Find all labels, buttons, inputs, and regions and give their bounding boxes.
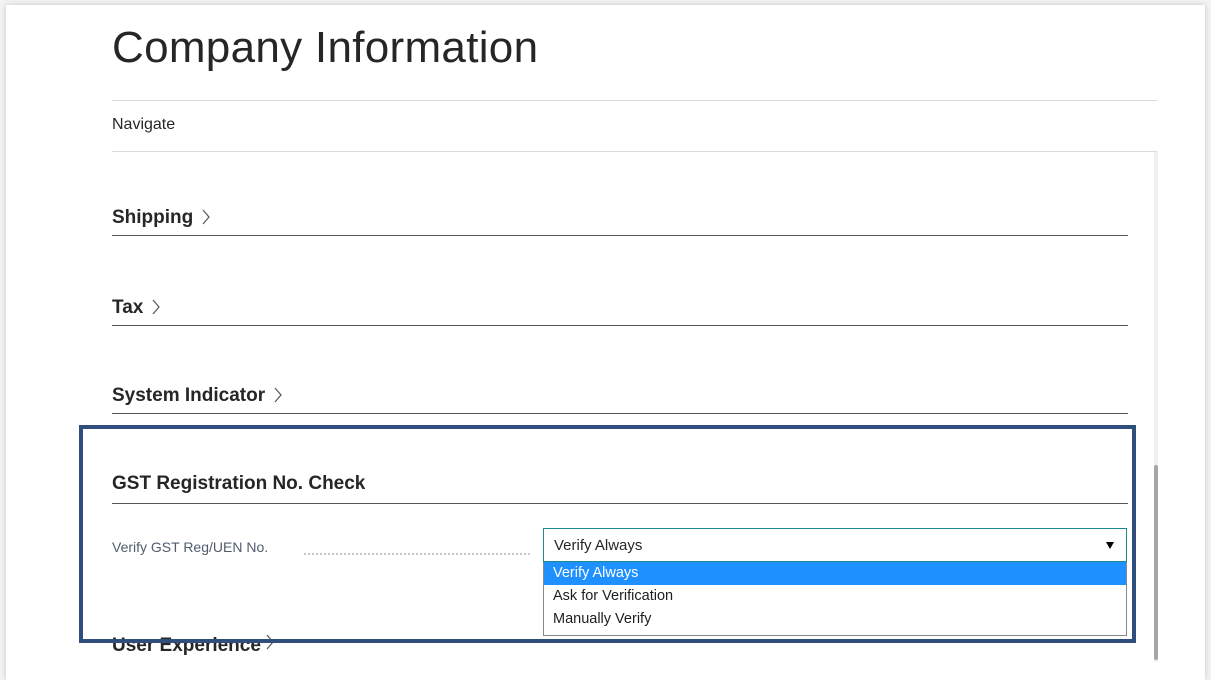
verify-gst-options-list: Verify Always Ask for Verification Manua…	[543, 562, 1127, 636]
chevron-right-icon	[266, 634, 275, 650]
option-manually-verify[interactable]: Manually Verify	[544, 608, 1126, 631]
chevron-right-icon	[274, 387, 282, 403]
scrollbar-thumb[interactable]	[1154, 465, 1158, 660]
field-leader-dots	[304, 543, 530, 555]
chevron-right-icon	[202, 209, 210, 225]
fasttab-system-indicator-label: System Indicator	[112, 385, 266, 406]
select-current-value: Verify Always	[554, 537, 643, 554]
action-bar: Navigate	[112, 100, 1157, 152]
dropdown-arrow-icon[interactable]	[1106, 542, 1114, 549]
navigate-menu[interactable]: Navigate	[112, 116, 175, 134]
page-title: Company Information	[112, 23, 539, 72]
option-ask-for-verification[interactable]: Ask for Verification	[544, 585, 1126, 608]
fasttab-user-experience-label: User Experience	[112, 635, 261, 656]
verify-gst-select[interactable]: Verify Always	[543, 528, 1127, 562]
fasttab-shipping-label: Shipping	[112, 207, 194, 228]
fasttab-gst-registration-check[interactable]: GST Registration No. Check	[112, 471, 1128, 504]
fasttab-user-experience[interactable]: User Experience	[112, 633, 275, 663]
gst-section-title: GST Registration No. Check	[112, 473, 366, 494]
fasttab-system-indicator[interactable]: System Indicator	[112, 383, 1128, 414]
fasttab-tax-label: Tax	[112, 297, 144, 318]
verify-gst-field-label: Verify GST Reg/UEN No.	[112, 539, 269, 555]
fasttab-tax[interactable]: Tax	[112, 295, 1128, 326]
company-information-page: Company Information Navigate Shipping Ta…	[6, 5, 1205, 680]
vertical-scrollbar[interactable]	[1154, 152, 1158, 662]
fasttab-shipping[interactable]: Shipping	[112, 205, 1128, 236]
option-verify-always[interactable]: Verify Always	[544, 562, 1126, 585]
chevron-right-icon	[152, 299, 160, 315]
